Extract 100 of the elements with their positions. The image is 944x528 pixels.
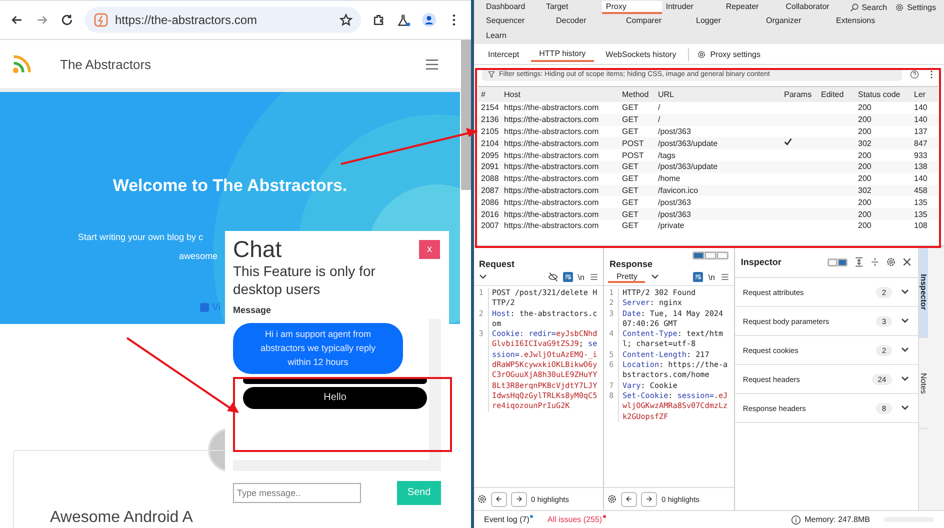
table-cell-text: GET — [621, 198, 640, 207]
arrow-right-icon — [515, 495, 523, 503]
tool-tab[interactable]: Extensions — [832, 15, 902, 28]
table-cell-text: 200 — [857, 174, 872, 184]
side-tab[interactable]: Inspector — [919, 247, 928, 338]
table-cell-text: 135 — [913, 210, 928, 219]
newline-toggle[interactable]: \n — [578, 272, 584, 282]
tool-tab[interactable]: Collaborator — [782, 0, 842, 14]
message-input[interactable]: Type message.. — [233, 482, 361, 503]
eye-off-icon[interactable] — [548, 272, 558, 282]
table-cell-text: /post/363/update — [657, 138, 719, 148]
column-header[interactable]: Method — [619, 90, 655, 99]
next-button[interactable] — [641, 492, 658, 506]
close-icon[interactable] — [902, 257, 912, 267]
tool-tab[interactable]: Target — [542, 0, 602, 14]
collapse-icon[interactable] — [870, 257, 880, 267]
sub-tab[interactable]: HTTP history — [531, 46, 594, 62]
table-cell-text: 2016 — [480, 210, 500, 219]
previous-button[interactable] — [491, 492, 507, 506]
column-header[interactable]: Host — [501, 90, 619, 99]
chat-title: Chat — [233, 237, 282, 262]
newline-toggle[interactable]: \n — [708, 272, 715, 282]
column-header[interactable]: Ler — [911, 90, 931, 99]
table-cell-text: 2105 — [480, 126, 500, 136]
layout-option[interactable] — [838, 258, 848, 266]
back-icon[interactable] — [10, 13, 24, 27]
settings-button[interactable]: Settings — [895, 2, 936, 12]
table-cell-text: GET — [621, 103, 640, 112]
tool-tab[interactable]: Decoder — [552, 15, 622, 28]
table-cell-text: 458 — [913, 186, 928, 195]
column-header[interactable]: Edited — [818, 90, 855, 99]
column-header[interactable]: # — [478, 90, 501, 99]
tool-tab[interactable]: Logger — [692, 15, 762, 28]
table-cell-text: 847 — [913, 138, 928, 148]
table-cell-text: 135 — [913, 198, 928, 207]
table-cell-text: 200 — [857, 162, 872, 172]
table-cell-text: 200 — [857, 126, 872, 136]
message-label: Message — [233, 304, 272, 315]
tool-tab[interactable]: Repeater — [722, 0, 782, 14]
sub-tab[interactable]: WebSockets history — [598, 48, 684, 60]
column-header[interactable]: Status code — [855, 90, 911, 99]
column-header[interactable]: URL — [655, 90, 781, 99]
next-button[interactable] — [511, 492, 527, 506]
sub-tab[interactable]: Intercept — [480, 48, 528, 60]
tool-tab[interactable]: Organizer — [762, 15, 832, 28]
wrap-icon[interactable] — [562, 272, 573, 282]
tool-tab[interactable]: Dashboard — [482, 0, 542, 14]
table-cell-text: 2095 — [480, 150, 500, 160]
tool-tab[interactable]: Intruder — [662, 0, 722, 14]
layout-option[interactable] — [692, 252, 704, 259]
menu-icon[interactable] — [425, 58, 439, 70]
search-button[interactable]: Search — [850, 2, 888, 12]
address-bar[interactable]: https://the-abstractors.com — [85, 7, 361, 33]
table-cell-text: 2136 — [480, 115, 500, 124]
card-title: Awesome Android A — [50, 509, 193, 527]
menu-icon[interactable] — [720, 272, 730, 282]
all-issues-link[interactable]: All issues (255) — [547, 515, 606, 524]
agent-message: Hi i am support agent from abstractors we typically reply within 12 hours — [233, 322, 403, 374]
wrap-icon[interactable] — [693, 272, 704, 282]
puzzle-icon[interactable] — [372, 13, 386, 27]
info-icon — [790, 514, 801, 524]
scrollbar[interactable] — [461, 40, 471, 190]
settings-icon[interactable] — [886, 257, 896, 267]
tool-tab[interactable]: Learn — [482, 30, 552, 43]
pretty-tab[interactable]: Pretty — [608, 272, 646, 282]
table-cell-text: https://the-abstractors.com — [503, 138, 600, 148]
settings-icon[interactable] — [607, 494, 618, 504]
star-icon[interactable] — [339, 13, 353, 27]
settings-icon[interactable] — [477, 494, 487, 504]
previous-button[interactable] — [621, 492, 638, 506]
table-cell-text: /favicon.ico — [657, 186, 700, 195]
table-cell-text: 933 — [913, 150, 928, 160]
event-log-link[interactable]: Event log (7) — [484, 515, 534, 524]
table-cell-text: 302 — [857, 186, 872, 195]
table-cell-text: GET — [621, 210, 640, 219]
table-cell-text: https://the-abstractors.com — [503, 126, 600, 136]
column-header[interactable]: Params — [781, 90, 818, 99]
side-tab[interactable]: Notes — [919, 338, 928, 429]
table-cell-text: GET — [621, 221, 640, 230]
reload-icon[interactable] — [60, 13, 74, 27]
close-button[interactable]: x — [419, 240, 440, 259]
menu-icon[interactable] — [589, 272, 600, 282]
table-cell-text: GET — [621, 174, 640, 184]
tool-tab[interactable]: Comparer — [622, 15, 692, 28]
expand-icon[interactable] — [854, 257, 864, 267]
proxy-settings-button[interactable]: Proxy settings — [688, 48, 768, 60]
table-cell-text: 2091 — [480, 162, 500, 172]
help-icon[interactable] — [910, 70, 919, 79]
profile-icon[interactable] — [422, 13, 436, 27]
table-cell-text: GET — [621, 115, 640, 124]
flask-icon[interactable] — [397, 13, 411, 27]
vertical-scrollbar[interactable] — [429, 318, 441, 461]
tool-tab[interactable]: Proxy — [602, 0, 662, 14]
tool-tab[interactable]: Sequencer — [482, 15, 552, 28]
table-cell-text: GET — [621, 186, 640, 195]
rss-logo-icon — [12, 53, 34, 75]
table-cell-text: 200 — [857, 221, 872, 230]
search-icon — [850, 2, 859, 12]
forward-icon[interactable] — [35, 13, 49, 27]
site-title[interactable]: The Abstractors — [60, 56, 425, 72]
